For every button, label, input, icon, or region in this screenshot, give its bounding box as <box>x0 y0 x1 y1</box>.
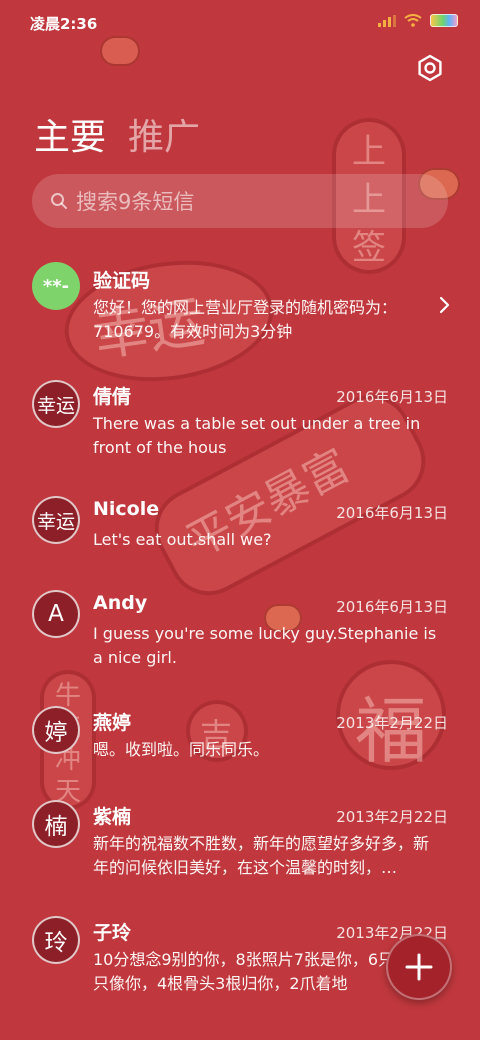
conversation-name: Andy <box>93 592 148 614</box>
conversation-item[interactable]: A Andy 2016年6月13日 I guess you're some lu… <box>0 586 480 686</box>
conversation-preview: 新年的祝福数不胜数，新年的愿望好多好多，新年的问候依旧美好，在这个温馨的时刻，… <box>93 834 430 877</box>
avatar: A <box>32 590 80 638</box>
avatar: 玲 <box>32 916 80 964</box>
conversation-preview: 您好！您的网上营业厅登录的随机密码为：710679。有效时间为3分钟 <box>93 298 398 341</box>
conversation-date: 2016年6月13日 <box>336 388 448 406</box>
conversation-date: 2016年6月13日 <box>336 598 448 616</box>
conversation-date: 2013年2月22日 <box>336 714 448 732</box>
avatar: 幸运 <box>32 496 80 544</box>
battery-icon <box>430 14 458 27</box>
wifi-icon <box>404 14 422 27</box>
conversation-item[interactable]: 幸运 倩倩 2016年6月13日 There was a table set o… <box>0 376 480 476</box>
tab-promotions[interactable]: 推广 <box>128 108 200 160</box>
gear-icon[interactable] <box>414 52 446 84</box>
avatar: 楠 <box>32 800 80 848</box>
conversation-item[interactable]: 楠 紫楠 2013年2月22日 新年的祝福数不胜数，新年的愿望好多好多，新年的问… <box>0 796 480 896</box>
conversation-name: 倩倩 <box>93 386 132 408</box>
plus-icon <box>405 953 433 981</box>
chevron-right-icon[interactable] <box>438 296 450 314</box>
conversation-preview: 嗯。收到啦。同乐同乐。 <box>93 740 270 759</box>
conversation-preview: I guess you're some lucky guy.Stephanie … <box>93 624 437 667</box>
conversation-item[interactable]: 幸运 Nicole 2016年6月13日 Let's eat out.shall… <box>0 492 480 572</box>
avatar: **- <box>32 262 80 310</box>
avatar: 幸运 <box>32 380 80 428</box>
signal-icon <box>378 14 396 27</box>
conversation-name: 子玲 <box>93 922 132 944</box>
conversation-item[interactable]: 婷 燕婷 2013年2月22日 嗯。收到啦。同乐同乐。 <box>0 702 480 782</box>
tab-main[interactable]: 主要 <box>34 108 106 160</box>
conversation-name: 燕婷 <box>93 712 132 734</box>
conversation-preview: There was a table set out under a tree i… <box>93 414 421 457</box>
conversation-date: 2013年2月22日 <box>336 808 448 826</box>
search-input[interactable]: 搜索9条短信 <box>32 174 448 228</box>
compose-button[interactable] <box>386 934 452 1000</box>
status-time: 凌晨2:36 <box>30 15 98 33</box>
conversation-date: 2016年6月13日 <box>336 504 448 522</box>
search-icon <box>51 193 67 209</box>
conversation-item[interactable]: **- 验证码 您好！您的网上营业厅登录的随机密码为：710679。有效时间为3… <box>0 258 480 358</box>
conversation-name: Nicole <box>93 498 160 520</box>
conversation-name: 紫楠 <box>93 806 132 828</box>
status-bar: 凌晨2:36 <box>0 0 480 44</box>
status-icons <box>378 14 458 27</box>
avatar: 婷 <box>32 706 80 754</box>
conversation-name: 验证码 <box>93 270 151 292</box>
conversation-preview: Let's eat out.shall we? <box>93 530 272 549</box>
tab-bar: 主要 推广 <box>34 108 200 160</box>
search-placeholder: 搜索9条短信 <box>76 190 195 214</box>
